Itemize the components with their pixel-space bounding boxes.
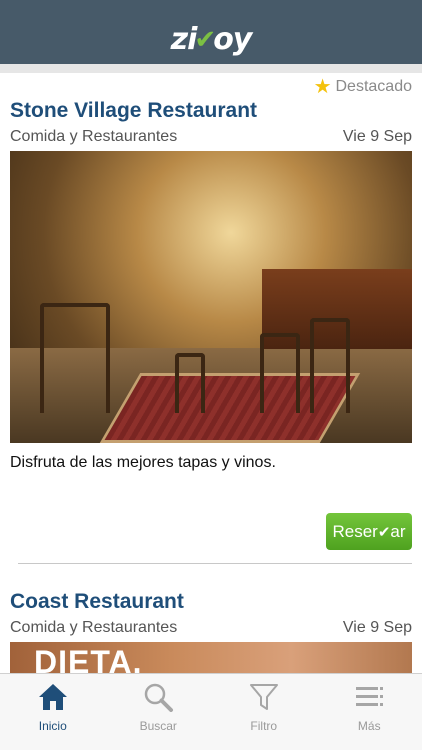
tab-label: Más [357,719,381,733]
tab-buscar[interactable]: Buscar [106,674,211,750]
tab-label: Filtro [250,719,278,733]
card-date: Vie 9 Sep [342,619,412,636]
logo-text-right: oy [213,22,252,57]
tab-bar: Inicio Buscar Filtro Más [0,673,422,750]
filter-icon [249,684,278,710]
app-header: zi ✔ oy [0,0,422,64]
card-description: Disfruta de las mejores tapas y vinos. [10,454,276,471]
reserve-label-left: Reser [332,521,378,541]
reserve-check-icon: ✔ [377,523,391,541]
card-meta: Comida y Restaurantes Vie 9 Sep [10,127,412,147]
photo-chair [40,303,110,413]
check-icon: ✔ [194,25,216,55]
menu-icon [356,687,384,706]
restaurant-photo[interactable]: DIETA. [10,642,412,673]
home-icon [38,684,67,710]
featured-badge: ★ Destacado [314,77,412,97]
restaurant-photo[interactable] [10,151,412,443]
event-card[interactable]: Coast Restaurant Comida y Restaurantes V… [0,564,422,673]
card-date: Vie 9 Sep [342,128,412,145]
reserve-button[interactable]: Reser ✔ ar [326,513,412,550]
tab-mas[interactable]: Más [317,674,422,750]
card-meta: Comida y Restaurantes Vie 9 Sep [10,618,412,638]
tab-inicio[interactable]: Inicio [0,674,105,750]
zivoy-logo: zi ✔ oy [170,22,253,57]
logo-text-left: zi [170,22,198,57]
tab-label: Inicio [38,719,67,733]
photo-chair [260,333,300,413]
event-feed[interactable]: ★ Destacado Stone Village Restaurant Com… [0,73,422,673]
search-icon [145,683,174,712]
featured-label: Destacado [335,78,413,95]
tab-label: Buscar [139,719,177,733]
card-category: Comida y Restaurantes [10,619,178,636]
card-category: Comida y Restaurantes [10,128,178,145]
tab-filtro[interactable]: Filtro [211,674,316,750]
star-icon: ★ [313,76,332,98]
reserve-wrap: Reser ✔ ar [10,513,412,550]
header-separator [0,64,422,73]
event-card[interactable]: ★ Destacado Stone Village Restaurant Com… [0,73,422,564]
reserve-label-right: ar [390,521,406,541]
photo-chair [175,353,205,413]
photo-sign-text: DIETA. [34,644,143,673]
photo-chair [310,318,350,413]
card-title[interactable]: Coast Restaurant [10,564,412,614]
